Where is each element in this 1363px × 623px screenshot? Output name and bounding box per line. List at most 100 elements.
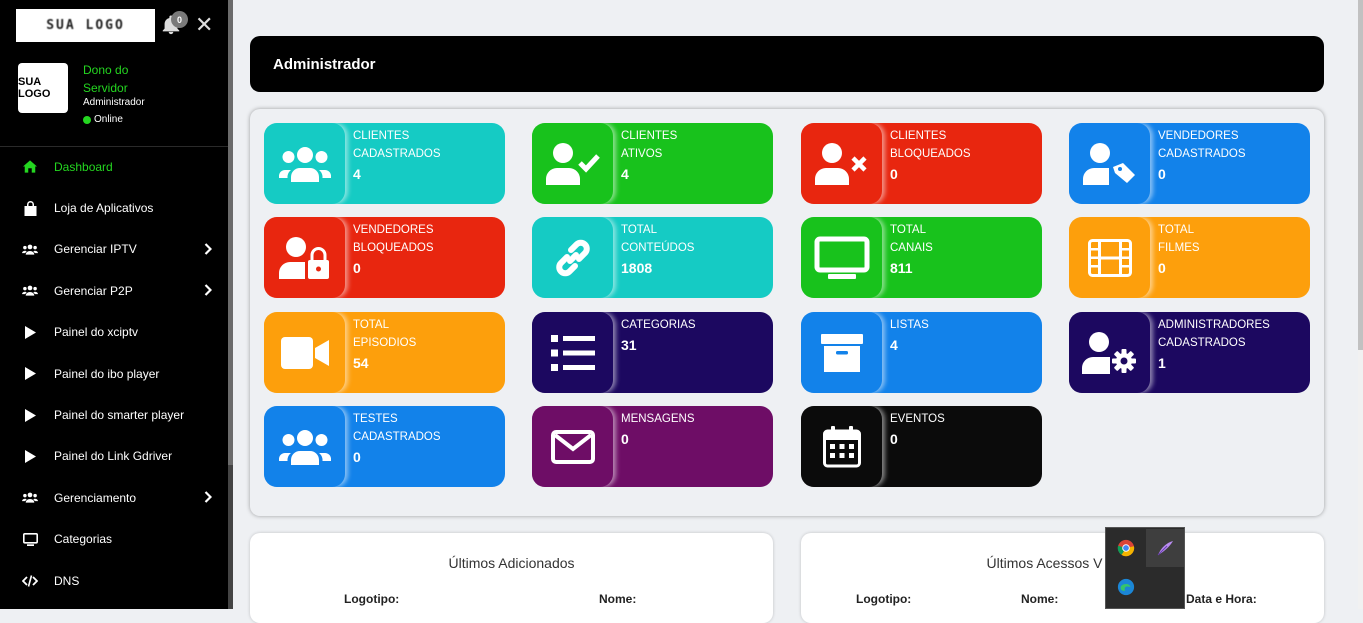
stat-card-clientes-bloqueados[interactable]: Clientes Bloqueados 0 bbox=[801, 123, 1042, 204]
stat-card-testes-cadastrados[interactable]: Testes Cadastrados 0 bbox=[264, 406, 505, 487]
sidebar-item-label: Gerenciamento bbox=[54, 490, 137, 505]
stat-card-label: Total Canais bbox=[890, 224, 933, 254]
stat-card-total-episodios[interactable]: Total Episodios 54 bbox=[264, 312, 505, 393]
column-header-name: Nome: bbox=[599, 592, 637, 606]
stat-card-label: Clientes Bloqueados bbox=[890, 130, 971, 160]
sidebar-item-label: Dashboard bbox=[54, 159, 113, 174]
stat-card-clientes-cadastrados[interactable]: Clientes Cadastrados 4 bbox=[264, 123, 505, 204]
stat-card-categorias[interactable]: Categorias 31 bbox=[532, 312, 773, 393]
avatar-text: SUA LOGO bbox=[18, 76, 51, 100]
user-check-icon bbox=[532, 123, 613, 204]
stat-card-value: 4 bbox=[353, 166, 361, 182]
edge-icon[interactable] bbox=[1107, 568, 1145, 606]
brand-logo[interactable]: SUA LOGO bbox=[16, 9, 155, 42]
archive-icon bbox=[801, 312, 882, 393]
user-status-text: Online bbox=[94, 114, 123, 125]
stat-card-value: 1 bbox=[1158, 355, 1166, 371]
stat-card-clientes-ativos[interactable]: Clientes Ativos 4 bbox=[532, 123, 773, 204]
users-icon bbox=[20, 241, 40, 257]
column-header-name: Nome: bbox=[1021, 592, 1059, 606]
sidebar-item-dns[interactable]: DNS bbox=[0, 560, 228, 601]
stat-card-label: Testes Cadastrados bbox=[353, 413, 441, 443]
page-title: Administrador bbox=[273, 55, 376, 73]
user-name: Dono do Servidor bbox=[83, 63, 129, 95]
stat-card-value: 0 bbox=[890, 166, 898, 182]
stat-card-label: Total Episodios bbox=[353, 319, 417, 349]
stat-card-total-filmes[interactable]: Total Filmes 0 bbox=[1069, 217, 1310, 298]
stat-card-value: 0 bbox=[353, 260, 361, 276]
stat-card-eventos[interactable]: Eventos 0 bbox=[801, 406, 1042, 487]
page-scrollbar-thumb[interactable] bbox=[1358, 0, 1363, 350]
stat-card-label: Total Conteúdos bbox=[621, 224, 695, 254]
stat-card-value: 31 bbox=[621, 337, 637, 353]
chevron-right-icon bbox=[204, 284, 214, 298]
play-icon bbox=[20, 366, 40, 382]
sidebar-item-painel-do-ibo-player[interactable]: Painel do ibo player bbox=[0, 353, 228, 394]
link-icon bbox=[532, 217, 613, 298]
page-title-bar: Administrador bbox=[250, 36, 1324, 92]
sidebar-item-gerenciar-p2p[interactable]: Gerenciar P2P bbox=[0, 270, 228, 311]
stat-card-value: 54 bbox=[353, 355, 369, 371]
stat-card-vendedores-cadastrados[interactable]: Vendedores Cadastrados 0 bbox=[1069, 123, 1310, 204]
close-icon[interactable]: ✕ bbox=[195, 14, 213, 36]
user-role: Administrador bbox=[83, 97, 145, 108]
online-dot-icon bbox=[83, 115, 91, 124]
chrome-icon[interactable] bbox=[1107, 529, 1145, 567]
stat-card-label: Total Filmes bbox=[1158, 224, 1200, 254]
stat-card-label: Vendedores Bloqueados bbox=[353, 224, 434, 254]
stat-card-value: 4 bbox=[621, 166, 629, 182]
play-icon bbox=[20, 407, 40, 423]
sidebar-item-label: DNS bbox=[54, 573, 80, 588]
notification-badge: 0 bbox=[171, 11, 188, 28]
sidebar-item-loja-de-aplicativos[interactable]: Loja de Aplicativos bbox=[0, 187, 228, 228]
stat-card-label: Categorias bbox=[621, 319, 696, 331]
stat-card-listas[interactable]: Listas 4 bbox=[801, 312, 1042, 393]
stat-card-label: Mensagens bbox=[621, 413, 695, 425]
sidebar-item-gerenciar-iptv[interactable]: Gerenciar IPTV bbox=[0, 229, 228, 270]
stat-card-value: 0 bbox=[1158, 166, 1166, 182]
code-icon bbox=[20, 573, 40, 589]
sidebar-item-dashboard[interactable]: Dashboard bbox=[0, 146, 228, 187]
stat-card-label: Eventos bbox=[890, 413, 945, 425]
sidebar-item-label: Painel do xciptv bbox=[54, 325, 139, 340]
column-header-datetime: Data e Hora: bbox=[1186, 592, 1257, 606]
user-lock-icon bbox=[264, 217, 345, 298]
sidebar-item-label: Painel do smarter player bbox=[54, 408, 185, 423]
user-times-icon bbox=[801, 123, 882, 204]
stat-card-total-conte-dos[interactable]: Total Conteúdos 1808 bbox=[532, 217, 773, 298]
users-group-icon bbox=[264, 406, 345, 487]
stat-card-label: Administradores Cadastrados bbox=[1158, 319, 1270, 349]
bag-icon bbox=[20, 200, 40, 216]
sidebar-item-painel-do-link-gdriver[interactable]: Painel do Link Gdriver bbox=[0, 436, 228, 477]
latest-access-panel: Últimos Acessos V Logotipo: Nome: Data e… bbox=[801, 533, 1324, 623]
stat-card-label: Clientes Ativos bbox=[621, 130, 678, 160]
stat-card-value: 1808 bbox=[621, 260, 653, 276]
column-header-logo: Logotipo: bbox=[856, 592, 912, 606]
home-icon bbox=[20, 159, 40, 175]
user-tag-icon bbox=[1069, 123, 1150, 204]
sidebar-item-categorias[interactable]: Categorias bbox=[0, 519, 228, 560]
stat-card-administradores-cadastrados[interactable]: Administradores Cadastrados 1 bbox=[1069, 312, 1310, 393]
latest-access-title: Últimos Acessos V bbox=[986, 555, 1103, 571]
stat-card-total-canais[interactable]: Total Canais 811 bbox=[801, 217, 1042, 298]
monitor-icon bbox=[20, 531, 40, 547]
users-icon bbox=[20, 283, 40, 299]
sidebar-menu: Dashboard Loja de Aplicativos Gerenciar IP… bbox=[0, 146, 228, 601]
sidebar-item-painel-do-xciptv[interactable]: Painel do xciptv bbox=[0, 312, 228, 353]
play-icon bbox=[20, 324, 40, 340]
stat-card-label: Clientes Cadastrados bbox=[353, 130, 441, 160]
sidebar: SUA LOGO 0 ✕ SUA LOGO Dono do Servidor A… bbox=[0, 0, 228, 609]
sidebar-item-gerenciamento[interactable]: Gerenciamento bbox=[0, 477, 228, 518]
stat-card-value: 0 bbox=[353, 449, 361, 465]
film-icon bbox=[1069, 217, 1150, 298]
stat-card-value: 0 bbox=[890, 431, 898, 447]
stat-card-vendedores-bloqueados[interactable]: Vendedores Bloqueados 0 bbox=[264, 217, 505, 298]
stat-card-mensagens[interactable]: Mensagens 0 bbox=[532, 406, 773, 487]
users-group-icon bbox=[264, 123, 345, 204]
feather-app-icon[interactable] bbox=[1146, 529, 1184, 567]
sidebar-item-painel-do-smarter-player[interactable]: Painel do smarter player bbox=[0, 394, 228, 435]
stat-card-value: 0 bbox=[1158, 260, 1166, 276]
taskbar-tray-popup bbox=[1105, 527, 1185, 609]
column-header-logo: Logotipo: bbox=[344, 592, 400, 606]
page-scrollbar[interactable] bbox=[1358, 0, 1363, 609]
